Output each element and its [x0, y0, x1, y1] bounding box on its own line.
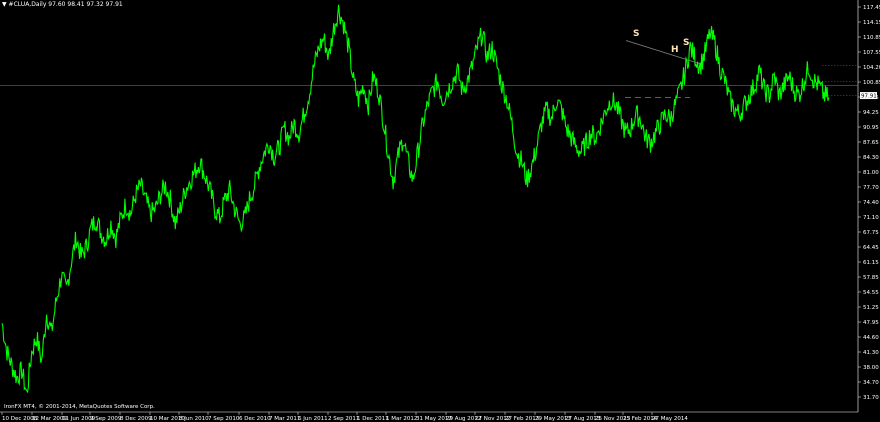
y-tick-label: 110.85: [863, 35, 880, 41]
y-tick-label: 81.00: [863, 170, 879, 176]
y-tick-label: 107.55: [863, 50, 880, 56]
chart-frame: [0, 0, 859, 413]
y-tick-label: 114.15: [863, 20, 880, 26]
y-tick-label: 44.60: [863, 335, 879, 341]
x-tick-label: 27 May 2014: [652, 416, 688, 422]
y-tick-label: 34.70: [863, 380, 879, 386]
y-tick-label: 74.40: [863, 200, 879, 206]
x-tick-label: 8 Jun 2010: [179, 416, 209, 422]
x-axis: 10 Dec 200812 Mar 200911 Jun 20099 Sep 2…: [1, 412, 688, 422]
y-tick-label: 87.65: [863, 140, 879, 146]
chart-window[interactable]: ▼ #CLUA,Daily 97.60 98.41 97.32 97.91 11…: [0, 0, 880, 422]
y-tick-label: 90.95: [863, 125, 879, 131]
y-tick-label: 64.45: [863, 245, 879, 251]
y-tick-label: 84.30: [863, 155, 879, 161]
y-tick-label: 31.70: [863, 395, 879, 401]
price-chart[interactable]: 117.45114.15110.85107.55104.20100.8597.5…: [0, 0, 880, 422]
x-tick-label: 2 Sep 2011: [328, 416, 359, 422]
y-tick-label: 54.55: [863, 290, 879, 296]
y-tick-label: 94.25: [863, 110, 879, 116]
x-tick-label: 6 Dec 2010: [239, 416, 271, 422]
y-tick-label: 117.45: [863, 5, 880, 11]
y-tick-label: 67.75: [863, 230, 879, 236]
x-tick-label: 8 Dec 2009: [120, 416, 152, 422]
current-price-tag: 97.91: [860, 92, 877, 100]
copyright-text: IronFX MT4, © 2001-2014, MetaQuotes Soft…: [4, 404, 155, 410]
x-tick-label: 7 Mar 2011: [269, 416, 300, 422]
y-tick-label: 71.10: [863, 215, 879, 221]
y-axis: 117.45114.15110.85107.55104.20100.8597.5…: [858, 5, 880, 401]
y-tick-label: 77.70: [863, 185, 879, 191]
price-series: [1, 4, 830, 394]
y-tick-label: 47.95: [863, 320, 879, 326]
pattern-label: H: [671, 45, 679, 55]
x-tick-label: 9 Sep 2009: [90, 416, 122, 422]
y-tick-label: 41.30: [863, 350, 879, 356]
y-tick-label: 61.15: [863, 260, 879, 266]
x-tick-label: 7 Sep 2010: [208, 416, 240, 422]
price-tag-text: 97.91: [861, 94, 877, 100]
x-tick-label: 1 Mar 2012: [386, 416, 417, 422]
pattern-label: S: [683, 38, 689, 48]
y-tick-label: 100.85: [863, 80, 880, 86]
y-tick-label: 57.85: [863, 275, 879, 281]
x-tick-label: 6 Jun 2011: [298, 416, 328, 422]
y-tick-label: 51.25: [863, 305, 879, 311]
y-tick-label: 38.00: [863, 365, 879, 371]
price-line: [1, 4, 830, 394]
x-tick-label: 1 Dec 2011: [357, 416, 389, 422]
y-tick-label: 104.20: [863, 65, 880, 71]
pattern-label: S: [633, 29, 639, 39]
